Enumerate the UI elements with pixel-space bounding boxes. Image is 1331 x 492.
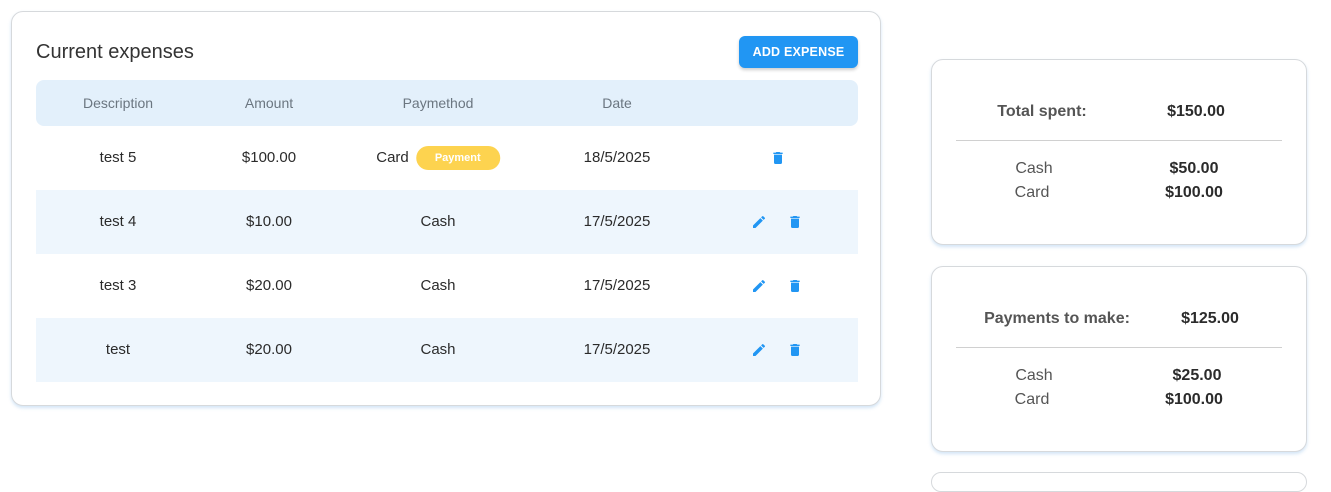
table-row: test 3 $20.00 Cash 17/5/2025 — [36, 254, 858, 318]
row-paymethod: Cash — [420, 213, 456, 230]
row-amount: $20.00 — [246, 277, 292, 294]
column-header-date[interactable]: Date — [602, 80, 632, 126]
payments-to-make-label: Payments to make: — [984, 310, 1130, 327]
total-spent-card: Total spent: $150.00 Cash $50.00 Card $1… — [931, 59, 1307, 245]
row-description: test 3 — [99, 277, 137, 294]
breakdown-value: $25.00 — [1172, 367, 1222, 384]
row-paymethod: Cash — [420, 277, 456, 294]
card-title: Current expenses — [36, 41, 194, 63]
table-header: Description Amount Paymethod Date — [36, 80, 858, 126]
breakdown-value: $50.00 — [1169, 160, 1219, 177]
breakdown-label: Card — [1014, 391, 1050, 408]
payment-badge: Payment — [415, 146, 500, 171]
trash-icon[interactable] — [787, 278, 803, 294]
next-summary-card — [931, 472, 1307, 492]
trash-icon[interactable] — [787, 214, 803, 230]
payments-to-make-card: Payments to make: $125.00 Cash $25.00 Ca… — [931, 266, 1307, 452]
row-description: test — [105, 341, 131, 358]
total-spent-label: Total spent: — [997, 103, 1087, 120]
pencil-icon[interactable] — [751, 278, 767, 294]
divider — [956, 140, 1282, 141]
trash-icon[interactable] — [770, 150, 786, 166]
table-row: test $20.00 Cash 17/5/2025 — [36, 318, 858, 382]
breakdown-label: Card — [1014, 184, 1050, 201]
row-date: 17/5/2025 — [583, 213, 651, 230]
column-header-description[interactable]: Description — [83, 80, 153, 126]
row-amount: $10.00 — [246, 213, 292, 230]
trash-icon[interactable] — [787, 342, 803, 358]
column-header-amount[interactable]: Amount — [245, 80, 293, 126]
breakdown-value: $100.00 — [1165, 391, 1223, 408]
row-paymethod: Cash — [420, 341, 456, 358]
row-description: test 4 — [99, 213, 137, 230]
divider — [956, 347, 1282, 348]
row-amount: $100.00 — [241, 149, 297, 166]
pencil-icon[interactable] — [751, 342, 767, 358]
expenses-card: Current expenses ADD EXPENSE Description… — [11, 11, 881, 406]
row-paymethod-cell: Card Payment — [376, 126, 500, 190]
row-amount: $20.00 — [246, 341, 292, 358]
column-header-paymethod[interactable]: Paymethod — [403, 80, 474, 126]
payments-to-make-value: $125.00 — [1181, 310, 1239, 327]
table-row: test 4 $10.00 Cash 17/5/2025 — [36, 190, 858, 254]
add-expense-button[interactable]: ADD EXPENSE — [739, 36, 858, 68]
table-row: test 5 $100.00 Card Payment 18/5/2025 — [36, 126, 858, 190]
total-spent-value: $150.00 — [1167, 103, 1225, 120]
expenses-table: Description Amount Paymethod Date test 5… — [36, 80, 858, 382]
breakdown-label: Cash — [1015, 367, 1053, 384]
breakdown-label: Cash — [1015, 160, 1053, 177]
row-paymethod: Card — [376, 149, 409, 166]
row-date: 17/5/2025 — [583, 277, 651, 294]
row-date: 17/5/2025 — [583, 341, 651, 358]
breakdown-value: $100.00 — [1165, 184, 1223, 201]
row-date: 18/5/2025 — [583, 149, 651, 166]
pencil-icon[interactable] — [751, 214, 767, 230]
row-description: test 5 — [99, 149, 137, 166]
